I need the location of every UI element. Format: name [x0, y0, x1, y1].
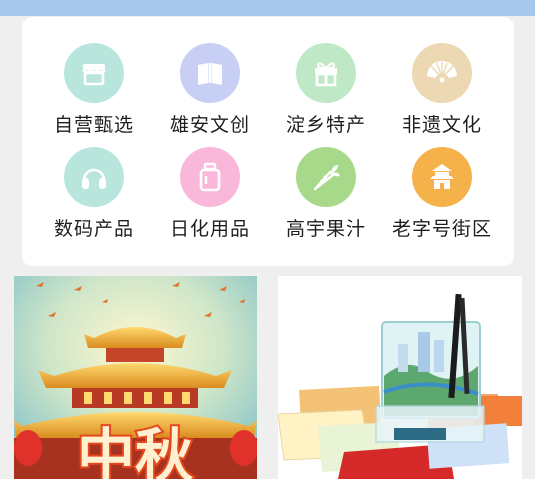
category-label: 淀乡特产 — [285, 114, 366, 136]
category-label: 老字号街区 — [391, 218, 492, 240]
category-icon-circle — [180, 43, 240, 103]
category-icon-circle — [412, 43, 472, 103]
category-label: 高宇果汁 — [285, 218, 366, 240]
category-label: 日化用品 — [169, 218, 250, 240]
category-icon-circle — [296, 43, 356, 103]
category-dianxiang-specialty[interactable]: 淀乡特产 — [268, 43, 384, 143]
category-digital-products[interactable]: 数码产品 — [36, 147, 152, 247]
carrot-icon — [313, 165, 340, 191]
category-label: 非遗文化 — [401, 114, 482, 136]
gift-icon — [315, 62, 337, 87]
mid-autumn-promo-banner[interactable]: 中秋 — [14, 276, 257, 479]
category-label: 雄安文创 — [169, 114, 250, 136]
store-icon — [82, 64, 106, 86]
category-intangible-heritage[interactable]: 非遗文化 — [384, 43, 500, 143]
headphones-icon — [82, 168, 106, 189]
category-grid-card: 自营甄选 雄安文创 淀乡特产 非遗文化 数码产品 日化用品 高宇果汁 老字号街区 — [22, 17, 514, 266]
category-label: 自营甄选 — [53, 114, 134, 136]
category-icon-circle — [412, 147, 472, 207]
stationery-promo-banner[interactable] — [278, 276, 522, 479]
category-label: 数码产品 — [53, 218, 134, 240]
category-daily-chemicals[interactable]: 日化用品 — [152, 147, 268, 247]
bottle-icon — [199, 162, 221, 192]
pagoda-icon — [430, 164, 454, 189]
category-time-honored-street[interactable]: 老字号街区 — [384, 147, 500, 247]
category-gaoyu-juice[interactable]: 高宇果汁 — [268, 147, 384, 247]
mid-autumn-palace-banner: 中秋 — [14, 276, 257, 479]
category-icon-circle — [296, 147, 356, 207]
category-self-operated[interactable]: 自营甄选 — [36, 43, 152, 143]
stationery-pen-holder-banner — [278, 276, 522, 479]
folding-fan-icon — [427, 61, 457, 83]
top-header-band — [0, 0, 535, 16]
category-icon-circle — [180, 147, 240, 207]
banner-title-text: 中秋 — [77, 422, 193, 479]
category-icon-circle — [64, 43, 124, 103]
category-xiongan-creative[interactable]: 雄安文创 — [152, 43, 268, 143]
category-icon-circle — [64, 147, 124, 207]
book-icon — [198, 63, 222, 85]
